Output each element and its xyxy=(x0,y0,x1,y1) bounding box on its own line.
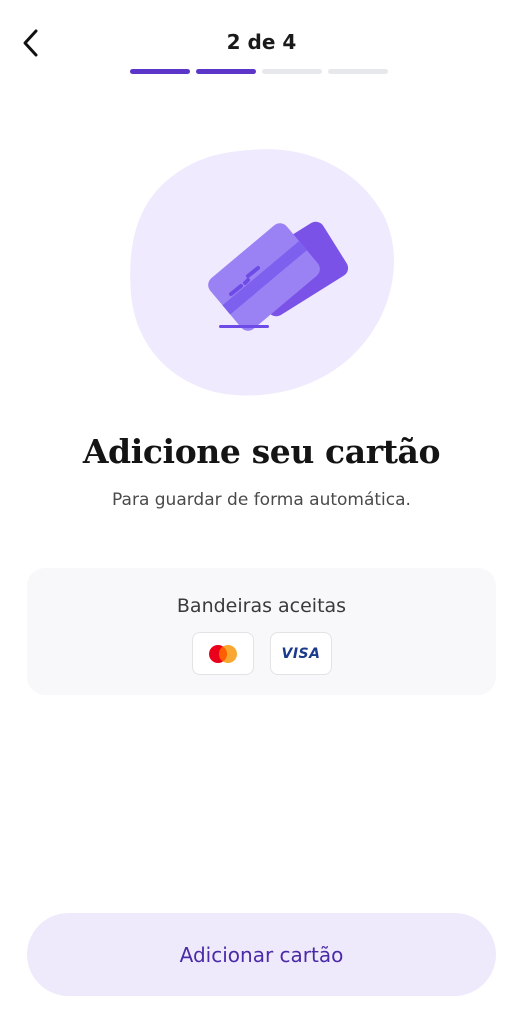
visa-badge: VISA xyxy=(270,632,332,675)
step-indicator: 2 de 4 xyxy=(226,30,297,54)
mastercard-icon xyxy=(209,644,237,663)
progress-bar xyxy=(130,69,388,74)
visa-icon: VISA xyxy=(281,645,321,662)
page-title: Adicione seu cartão xyxy=(82,432,441,471)
accepted-brands-card: Bandeiras aceitas VISA xyxy=(27,568,496,695)
progress-segment-1 xyxy=(130,69,190,74)
accepted-brands-title: Bandeiras aceitas xyxy=(176,595,347,617)
mastercard-badge xyxy=(192,632,254,675)
progress-segment-3 xyxy=(262,69,322,74)
progress-segment-4 xyxy=(328,69,388,74)
brand-logos: VISA xyxy=(192,632,332,675)
top-bar: 2 de 4 xyxy=(0,0,523,90)
progress-segment-2 xyxy=(196,69,256,74)
hero-illustration xyxy=(130,148,394,398)
page-subtitle: Para guardar de forma automática. xyxy=(112,490,411,510)
add-card-button[interactable]: Adicionar cartão xyxy=(27,913,496,996)
